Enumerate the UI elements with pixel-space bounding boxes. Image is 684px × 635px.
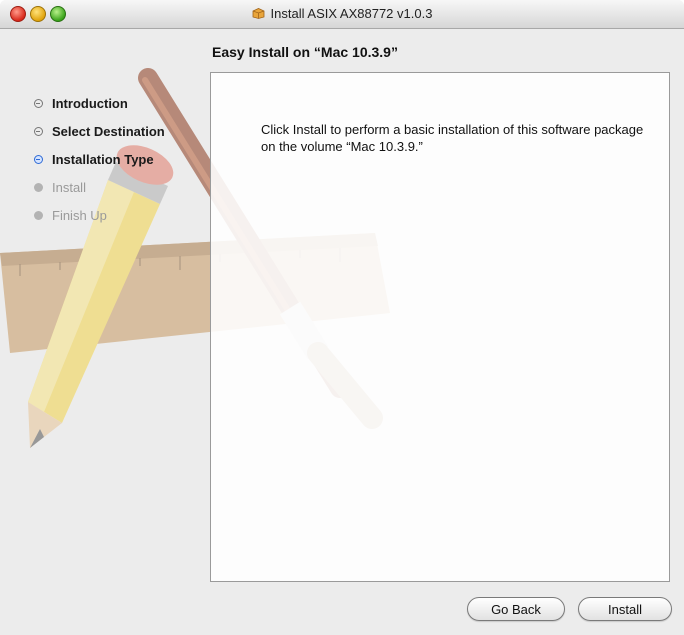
step-introduction: Introduction <box>34 94 165 122</box>
step-finish-up: Finish Up <box>34 206 165 234</box>
step-pending-icon <box>34 183 43 192</box>
step-done-icon <box>34 99 43 108</box>
step-install: Install <box>34 178 165 206</box>
step-select-destination: Select Destination <box>34 122 165 150</box>
step-label: Finish Up <box>52 208 107 223</box>
window-title: Install ASIX AX88772 v1.0.3 <box>270 6 433 21</box>
installer-steps: Introduction Select Destination Installa… <box>34 94 165 234</box>
window-title-group: Install ASIX AX88772 v1.0.3 <box>0 6 684 21</box>
step-current-icon <box>34 155 43 164</box>
title-bar[interactable]: Install ASIX AX88772 v1.0.3 <box>0 0 684 29</box>
content-panel: Click Install to perform a basic install… <box>210 72 670 582</box>
package-icon <box>252 8 264 19</box>
install-button[interactable]: Install <box>578 597 672 621</box>
step-label: Installation Type <box>52 152 154 167</box>
installer-window: Install ASIX AX88772 v1.0.3 Easy Install… <box>0 0 684 635</box>
go-back-button[interactable]: Go Back <box>467 597 565 621</box>
step-label: Introduction <box>52 96 128 111</box>
step-done-icon <box>34 127 43 136</box>
step-pending-icon <box>34 211 43 220</box>
step-label: Select Destination <box>52 124 165 139</box>
step-label: Install <box>52 180 86 195</box>
step-installation-type: Installation Type <box>34 150 165 178</box>
install-message: Click Install to perform a basic install… <box>261 122 644 154</box>
